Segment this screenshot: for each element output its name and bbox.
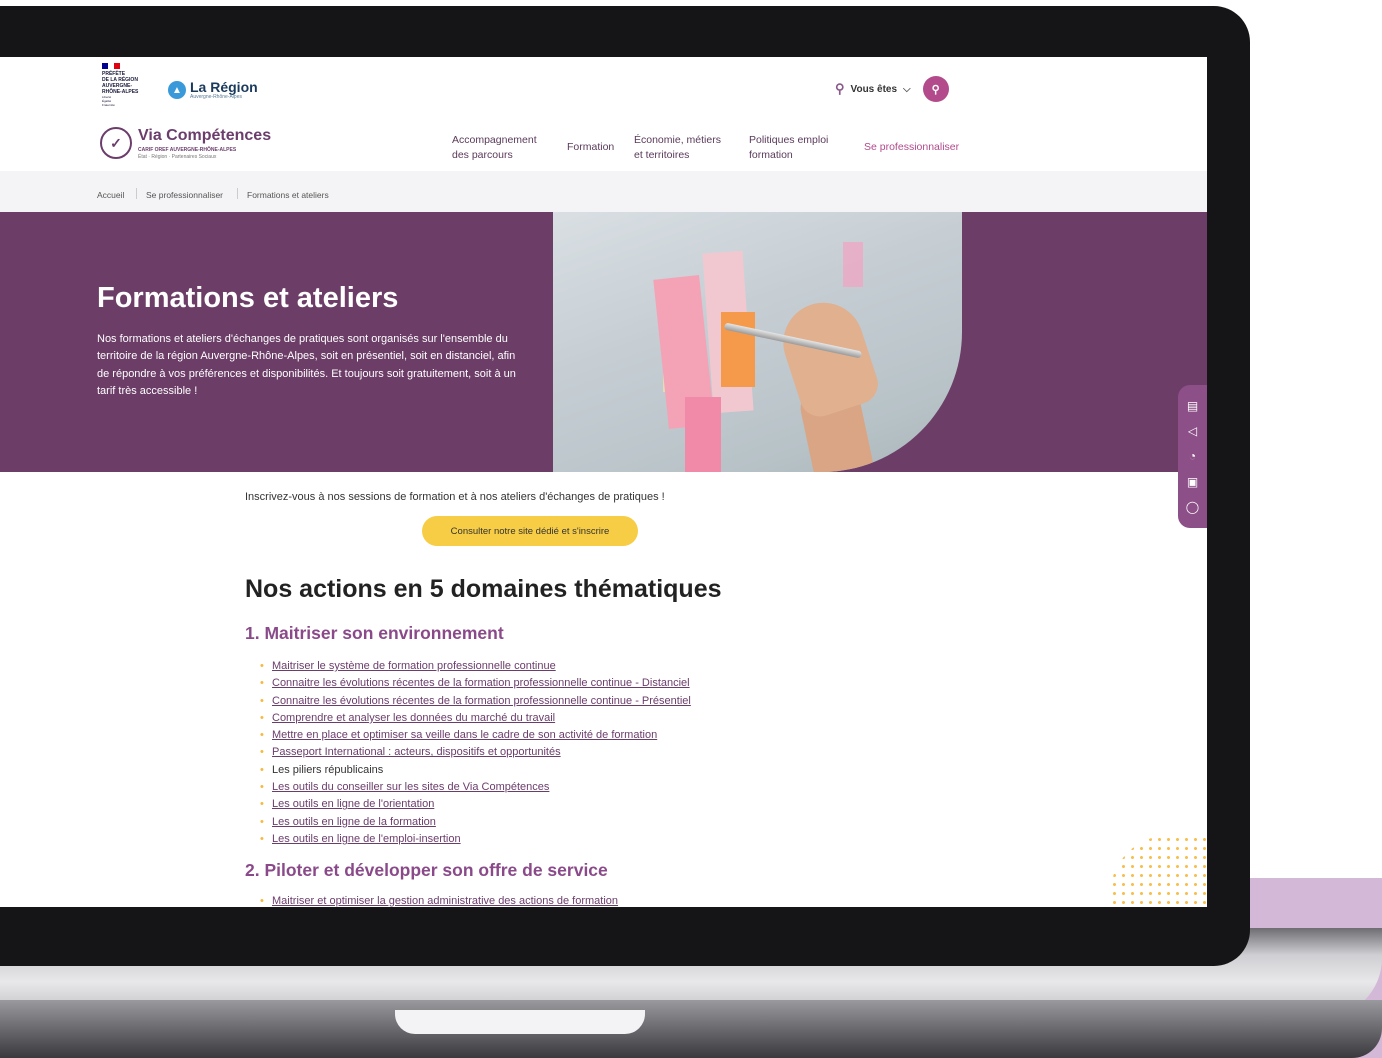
list-item[interactable]: Les outils en ligne de la formation xyxy=(260,814,691,832)
list-item[interactable]: Les outils en ligne de l'emploi-insertio… xyxy=(260,831,691,849)
nav-item-label: Politiques emploi xyxy=(749,134,829,146)
site-partners: État · Région · Partenaires Sociaux xyxy=(138,154,217,160)
via-competences-check-icon[interactable]: ✓ xyxy=(100,127,132,159)
hand-shape xyxy=(772,292,884,422)
breadcrumb-current: Formations et ateliers xyxy=(247,190,329,200)
user-icon: ⚲ xyxy=(835,81,845,96)
nav-item-accompagnement[interactable]: Accompagnement des parcours xyxy=(452,133,537,163)
signup-button[interactable]: Consulter notre site dédié et s'inscrire xyxy=(422,516,638,546)
breadcrumb-separator xyxy=(136,188,137,199)
mouse-icon[interactable]: ◯ xyxy=(1186,500,1199,514)
megaphone-icon[interactable]: ◁ xyxy=(1188,424,1197,438)
vous-etes-menu[interactable]: ⚲ Vous êtes ⌵ ⚲ xyxy=(835,76,949,102)
chevron-down-icon: ⌵ xyxy=(903,83,911,95)
subsection-heading-2: 2. Piloter et développer son offre de se… xyxy=(245,860,608,880)
rss-icon[interactable]: ◔ xyxy=(1189,449,1196,463)
region-logo[interactable]: ▲ La Région Auvergne-Rhône-Alpes xyxy=(168,77,258,103)
hero-photo-sticky-notes xyxy=(553,212,962,472)
nav-item-economie[interactable]: Économie, métiers et territoires xyxy=(634,133,721,163)
list-item[interactable]: Mettre en place et optimiser sa veille d… xyxy=(260,727,691,745)
nav-item-se-professionnaliser[interactable]: Se professionnaliser xyxy=(864,140,959,155)
list-item[interactable]: Passeport International : acteurs, dispo… xyxy=(260,744,691,762)
breadcrumb-separator xyxy=(237,188,238,199)
nav-item-formation[interactable]: Formation xyxy=(567,140,614,155)
search-button[interactable]: ⚲ xyxy=(922,76,949,102)
list-section-2: Maitriser et optimiser la gestion admini… xyxy=(260,893,618,907)
list-item[interactable]: Les outils en ligne de l'orientation xyxy=(260,796,691,814)
list-item: Les piliers républicains xyxy=(260,762,691,780)
breadcrumb-se-professionnaliser[interactable]: Se professionnaliser xyxy=(146,190,223,200)
site-subtitle: CARIF OREF AUVERGNE-RHÔNE-ALPES xyxy=(138,147,237,153)
prefecture-logo[interactable]: PRÉFÈTE DE LA RÉGION AUVERGNE- RHÔNE-ALP… xyxy=(102,63,152,111)
list-item[interactable]: Comprendre et analyser les données du ma… xyxy=(260,710,691,728)
breadcrumb-home[interactable]: Accueil xyxy=(97,190,124,200)
sticky-note xyxy=(685,397,721,472)
top-header: PRÉFÈTE DE LA RÉGION AUVERGNE- RHÔNE-ALP… xyxy=(0,57,1207,115)
laptop-base-shadow xyxy=(0,1000,1382,1058)
list-item[interactable]: Les outils du conseiller sur les sites d… xyxy=(260,779,691,797)
region-mountain-icon: ▲ xyxy=(168,81,186,99)
hero-description: Nos formations et ateliers d'échanges de… xyxy=(97,333,516,397)
intro-text: Inscrivez-vous à nos sessions de formati… xyxy=(245,491,665,503)
nav-item-label: Formation xyxy=(567,141,615,153)
subsection-heading-1: 1. Maitriser son environnement xyxy=(245,623,504,643)
nav-item-label: Accompagnement xyxy=(452,134,537,146)
save-icon[interactable]: ▣ xyxy=(1187,475,1198,489)
list-item[interactable]: Connaitre les évolutions récentes de la … xyxy=(260,675,691,693)
section-heading: Nos actions en 5 domaines thématiques xyxy=(245,575,722,603)
page-title: Formations et ateliers xyxy=(97,282,399,314)
french-flag-icon xyxy=(102,63,120,69)
decorative-dots xyxy=(1110,835,1207,907)
document-icon[interactable]: ▤ xyxy=(1187,399,1198,413)
browser-screen: PRÉFÈTE DE LA RÉGION AUVERGNE- RHÔNE-ALP… xyxy=(0,57,1207,907)
list-section-1: Maitriser le système de formation profes… xyxy=(260,658,691,849)
list-item[interactable]: Connaitre les évolutions récentes de la … xyxy=(260,693,691,711)
site-title[interactable]: Via Compétences xyxy=(138,127,271,145)
nav-item-label: Se professionnaliser xyxy=(864,141,960,153)
region-name: La Région xyxy=(190,79,258,95)
side-toolbar: ▤ ◁ ◔ ▣ ◯ xyxy=(1178,385,1207,528)
nav-item-politiques[interactable]: Politiques emploi formation xyxy=(749,133,828,163)
laptop-hinge xyxy=(395,1010,645,1034)
breadcrumb: Accueil Se professionnaliser Formations … xyxy=(0,171,1207,212)
nav-item-label: Économie, métiers xyxy=(634,134,721,146)
list-item[interactable]: Maitriser le système de formation profes… xyxy=(260,658,691,676)
nav-item-label: et territoires xyxy=(634,149,690,161)
search-icon: ⚲ xyxy=(931,83,940,96)
nav-item-label: des parcours xyxy=(452,149,513,161)
vous-etes-label: Vous êtes xyxy=(850,83,898,95)
hero-banner: Formations et ateliers Nos formations et… xyxy=(0,212,1207,472)
nav-item-label: formation xyxy=(749,149,793,161)
list-item[interactable]: Maitriser et optimiser la gestion admini… xyxy=(260,893,618,907)
prefecture-motto: Fraternité xyxy=(102,103,115,107)
sticky-note xyxy=(843,242,863,287)
